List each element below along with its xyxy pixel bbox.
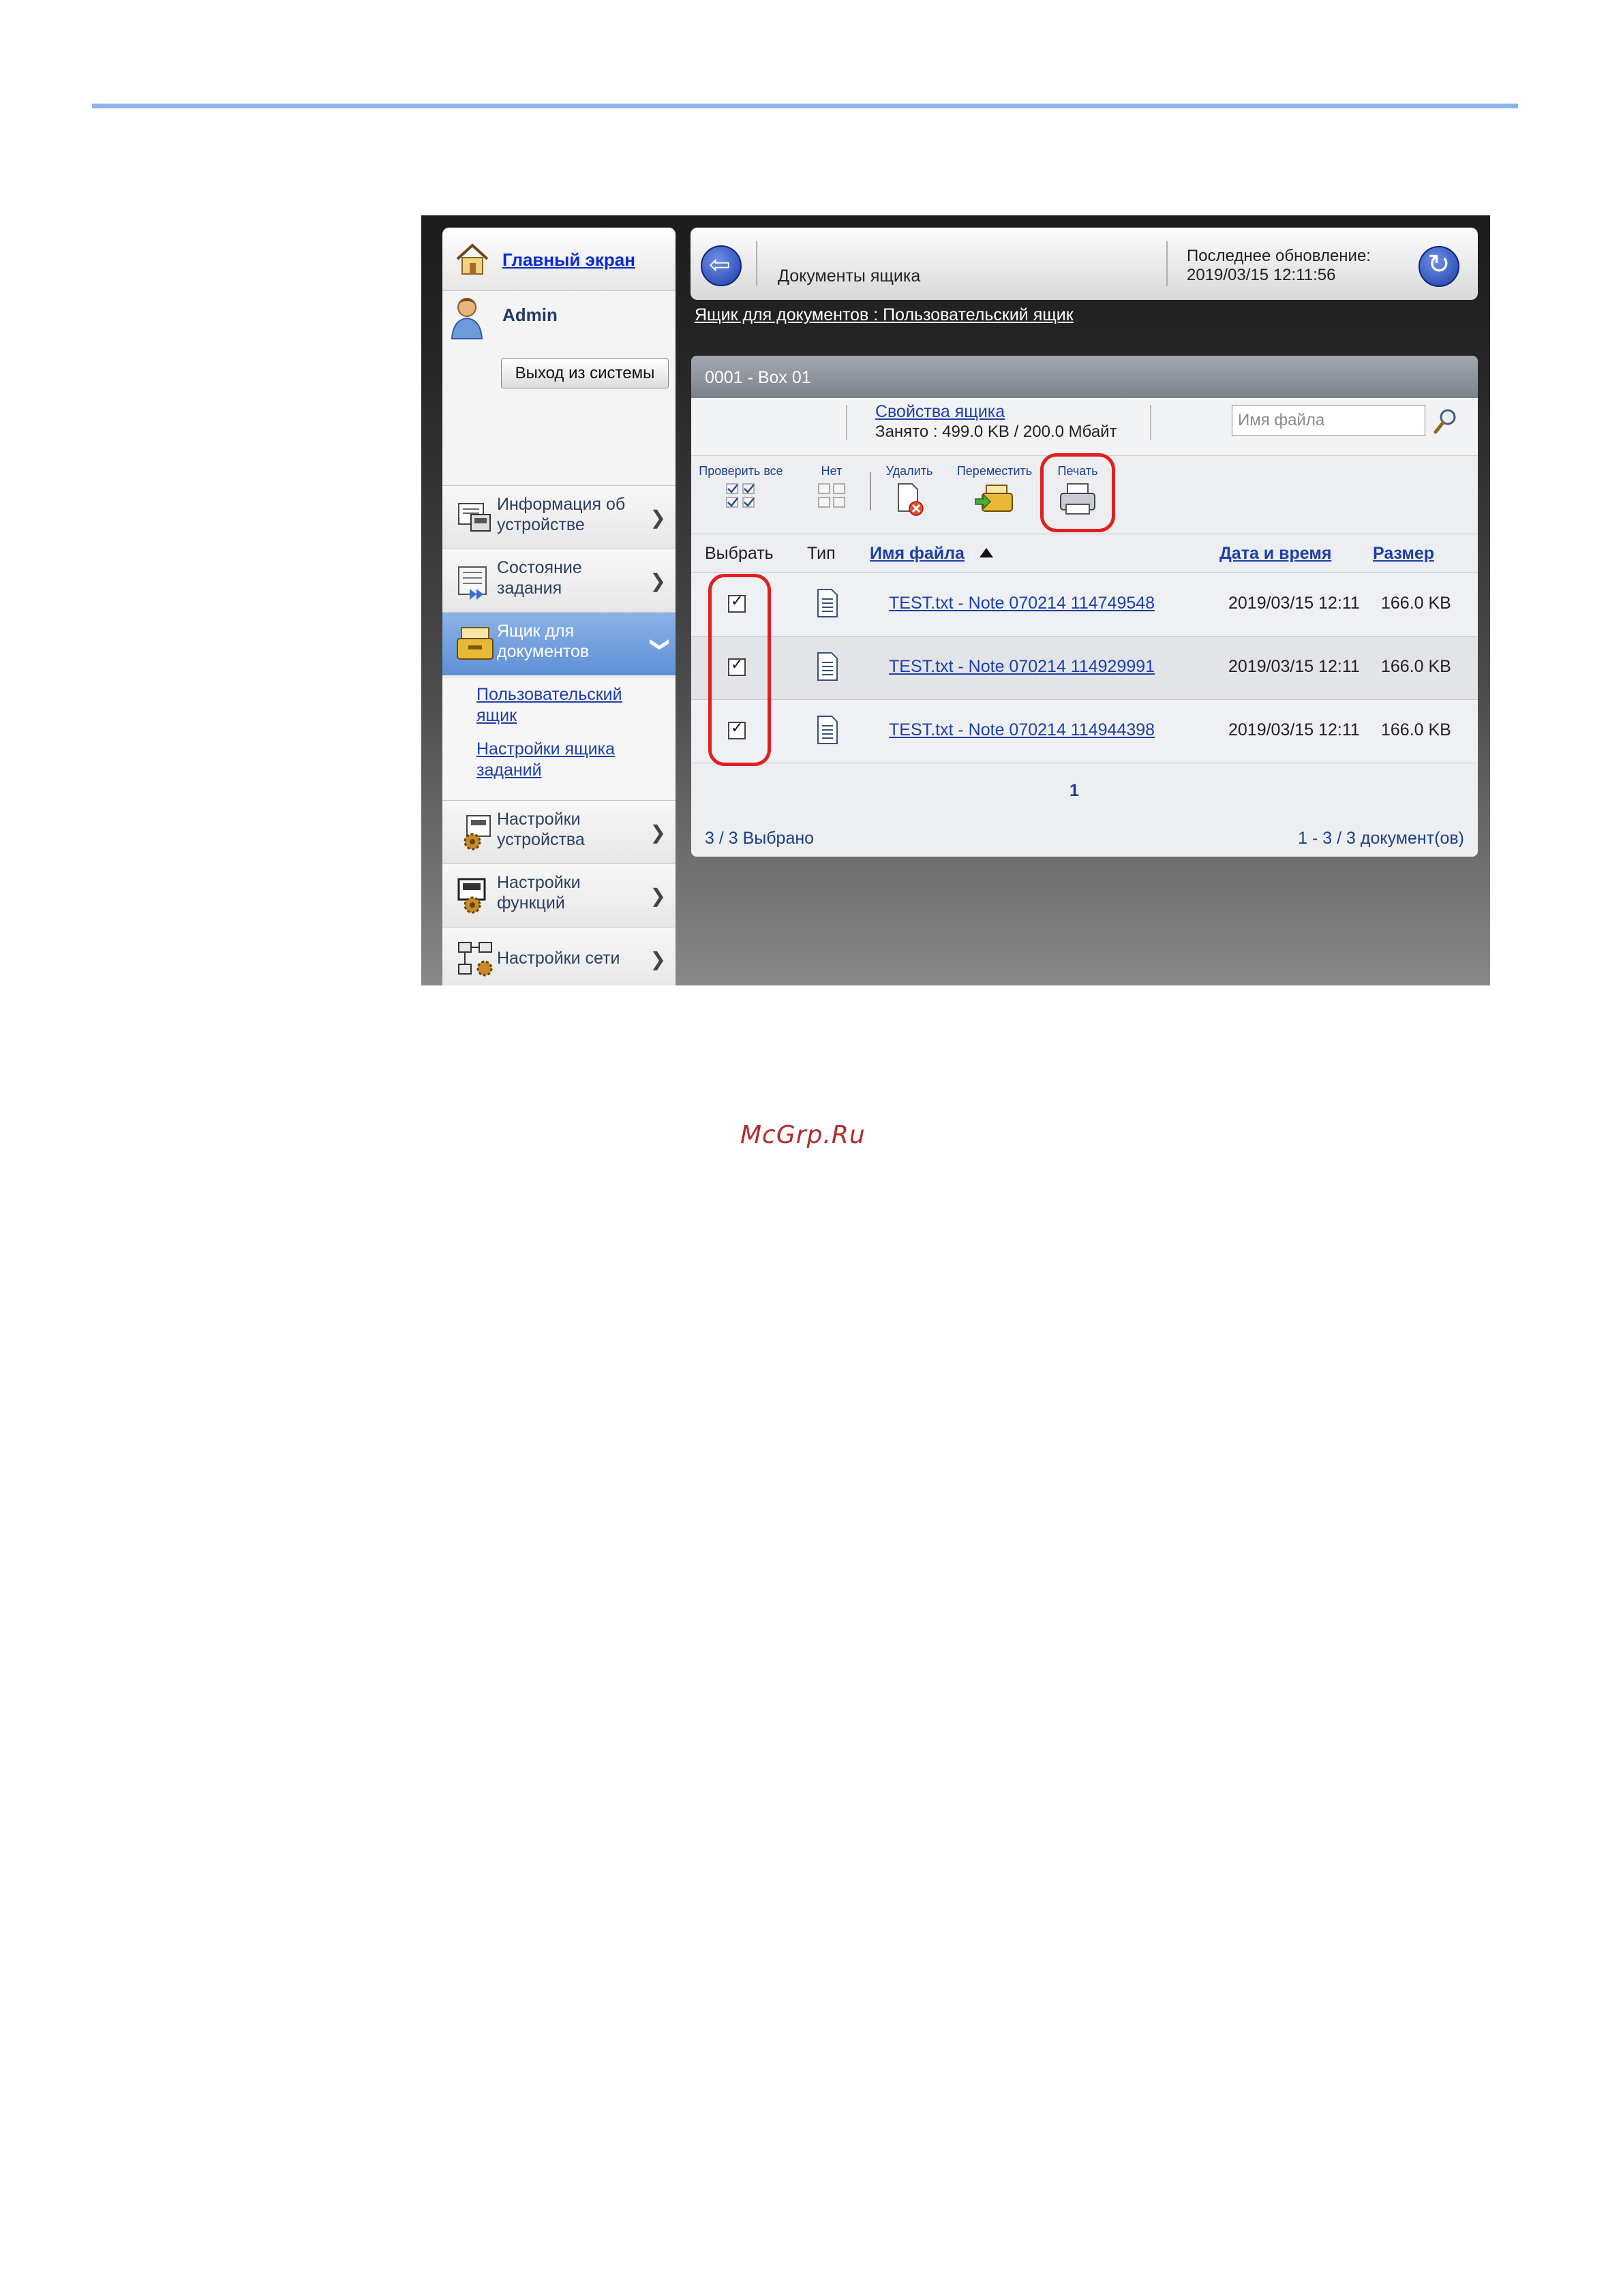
column-header-type: Тип [807,544,836,563]
sidebar-item-device-settings[interactable]: Настройки устройства ❯ [442,800,676,863]
box-title: 0001 - Box 01 [705,368,811,387]
divider [1150,405,1151,440]
delete-document-icon [898,483,924,516]
home-row: Главный экран [442,228,676,291]
document-range: 1 - 3 / 3 документ(ов) [1298,829,1464,848]
filename-search-input[interactable] [1232,405,1425,436]
function-settings-icon [457,878,486,914]
move-button[interactable]: Переместить [950,460,1039,519]
sidebar-item-job-status[interactable]: Состояние задания ❯ [442,549,676,612]
sidebar-item-network-settings[interactable]: Настройки сети ❯ [442,927,676,985]
select-none-label: Нет [821,464,843,478]
chevron-right-icon: ❯ [650,949,666,970]
box-info-bar: Свойства ящика Занято : 499.0 KB / 200.0… [691,398,1478,456]
check-all-icon [726,483,755,508]
sidebar-item-label: Информация об устройстве [497,495,626,534]
sidebar-item-document-box[interactable]: Ящик для документов ❯ [442,612,676,675]
breadcrumb[interactable]: Ящик для документов : Пользовательский я… [695,305,1074,325]
refresh-icon: ↻ [1427,249,1451,279]
back-button[interactable]: ⇦ [701,245,742,286]
file-size: 166.0 KB [1381,657,1451,676]
page-number[interactable]: 1 [1070,781,1079,801]
column-header-select: Выбрать [705,544,774,563]
file-name-link[interactable]: TEST.txt - Note 070214 114749548 [889,594,1155,613]
home-icon [456,243,489,275]
text-file-icon [817,589,838,617]
file-name-link[interactable]: TEST.txt - Note 070214 114929991 [889,657,1155,677]
last-update-value: 2019/03/15 12:11:56 [1187,266,1336,284]
divider [756,241,757,286]
file-date: 2019/03/15 12:11 [1228,594,1360,613]
file-date: 2019/03/15 12:11 [1228,657,1360,676]
sidebar-item-function-settings[interactable]: Настройки функций ❯ [442,863,676,927]
refresh-button[interactable]: ↻ [1419,246,1459,287]
move-icon [975,485,1013,512]
watermark: McGrp.Ru [740,1121,866,1149]
search-icon[interactable] [1433,408,1457,435]
table-row[interactable]: ✓ TEST.txt - Note 070214 114929991 2019/… [691,637,1478,700]
user-panel: Admin Выход из системы [442,291,676,489]
submenu-job-box-settings[interactable]: Настройки ящика заданий [476,739,640,781]
print-highlight [1040,453,1115,532]
file-date: 2019/03/15 12:11 [1228,720,1360,739]
checkbox-highlight [708,574,771,766]
table-row[interactable]: ✓ TEST.txt - Note 070214 114749548 2019/… [691,573,1478,637]
column-header-filename[interactable]: Имя файла [870,544,965,564]
table-row[interactable]: ✓ TEST.txt - Note 070214 114944398 2019/… [691,700,1478,763]
sidebar-item-label: Настройки функций [497,873,581,913]
box-title-bar: 0001 - Box 01 [691,356,1478,398]
network-settings-icon [458,942,493,977]
document-box-icon [457,627,494,660]
sidebar-item-device-info[interactable]: Информация об устройстве ❯ [442,485,676,549]
device-info-icon [458,503,491,532]
chevron-right-icon: ❯ [650,885,666,906]
divider [870,472,871,510]
job-status-icon [458,566,487,600]
sidebar-item-label: Ящик для документов [497,622,590,661]
chevron-right-icon: ❯ [650,822,666,843]
box-panel: 0001 - Box 01 Свойства ящика Занято : 49… [691,356,1478,857]
home-link[interactable]: Главный экран [502,249,635,271]
top-rule [92,104,1518,108]
column-header-date[interactable]: Дата и время [1219,544,1331,564]
device-settings-icon [464,815,491,851]
file-name-link[interactable]: TEST.txt - Note 070214 114944398 [889,720,1155,740]
uncheck-all-icon [818,483,845,508]
box-usage: Занято : 499.0 KB / 200.0 Мбайт [875,423,1117,441]
sidebar: Главный экран Admin Выход из системы Инф… [442,228,676,985]
back-arrow-icon: ⇦ [709,251,731,279]
divider [1166,241,1168,286]
file-size: 166.0 KB [1381,594,1451,613]
chevron-right-icon: ❯ [650,507,666,528]
submenu-custom-box[interactable]: Пользовательский ящик [476,684,640,726]
user-avatar-icon [451,298,483,339]
sidebar-item-label: Настройки устройства [497,810,585,849]
select-all-label: Проверить все [699,464,783,478]
table-header: Выбрать Тип Имя файла Дата и время Разме… [691,534,1478,573]
sidebar-item-label: Настройки сети [497,949,620,968]
last-update-label: Последнее обновление: [1187,247,1371,265]
page-title: Документы ящика [778,266,921,286]
logout-button[interactable]: Выход из системы [501,358,669,388]
sort-ascending-icon [980,548,993,557]
selection-count: 3 / 3 Выбрано [705,829,815,848]
move-label: Переместить [956,464,1033,478]
select-none-button[interactable]: Нет [811,460,852,513]
document-box-submenu: Пользовательский ящик Настройки ящика за… [442,677,676,800]
text-file-icon [817,652,838,681]
user-name: Admin [502,305,558,325]
page-header: ⇦ Документы ящика Последнее обновление: … [691,228,1478,300]
delete-button[interactable]: Удалить [882,460,937,520]
file-size: 166.0 KB [1381,720,1451,739]
divider [846,405,847,440]
delete-label: Удалить [885,464,933,478]
web-ui-screenshot: Главный экран Admin Выход из системы Инф… [421,215,1490,985]
box-properties-link[interactable]: Свойства ящика [875,402,1005,422]
chevron-right-icon: ❯ [650,570,666,592]
chevron-down-icon: ❯ [650,636,671,653]
select-all-button[interactable]: Проверить все [691,460,791,513]
text-file-icon [817,716,838,744]
column-header-size[interactable]: Размер [1373,544,1434,564]
sidebar-item-label: Состояние задания [497,558,582,598]
